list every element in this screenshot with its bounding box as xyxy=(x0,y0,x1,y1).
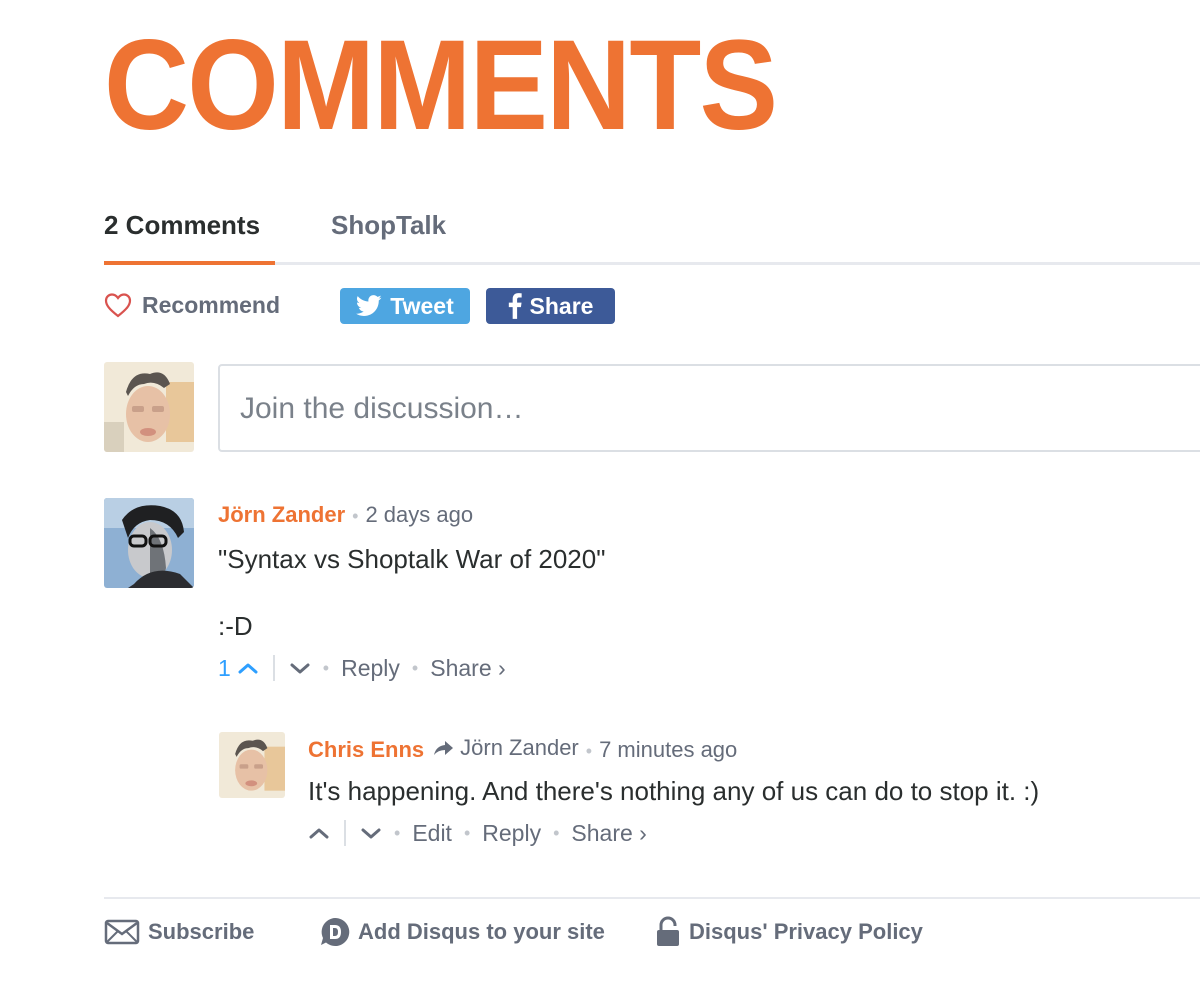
vote-divider xyxy=(272,655,275,681)
separator-dot: • xyxy=(553,822,560,843)
footer-divider xyxy=(104,897,1200,899)
facebook-icon xyxy=(508,293,522,319)
comment-author-avatar[interactable] xyxy=(104,498,194,588)
subscribe-link[interactable]: Subscribe xyxy=(104,915,254,949)
twitter-icon xyxy=(356,295,382,316)
reply-link[interactable]: Reply xyxy=(341,655,400,682)
separator-dot: • xyxy=(411,657,419,678)
separator-dot: • xyxy=(322,657,330,678)
privacy-policy-label: Disqus' Privacy Policy xyxy=(689,919,923,944)
share-link[interactable]: Share › xyxy=(430,655,505,682)
active-tab-indicator xyxy=(104,261,275,265)
reply-to-author: Jörn Zander xyxy=(460,735,579,760)
separator-dot: • xyxy=(394,822,401,843)
facebook-share-button[interactable]: Share xyxy=(486,288,615,324)
comment-author-name[interactable]: Chris Enns xyxy=(308,737,424,763)
edit-link[interactable]: Edit xyxy=(412,820,452,847)
comment-author-avatar[interactable] xyxy=(219,732,285,798)
subscribe-label: Subscribe xyxy=(148,919,255,944)
recommend-button[interactable]: Recommend xyxy=(104,290,280,320)
downvote-icon[interactable] xyxy=(360,826,382,840)
comment-timestamp[interactable]: 2 days ago xyxy=(365,502,473,528)
vote-divider xyxy=(344,820,346,846)
comment-author-name[interactable]: Jörn Zander xyxy=(218,502,345,528)
comment-meta: Jörn Zander • 2 days ago xyxy=(218,502,473,528)
recommend-label: Recommend xyxy=(142,291,281,318)
comment-input-placeholder[interactable]: Join the discussion… xyxy=(240,392,523,426)
page-title: COMMENTS xyxy=(104,14,778,157)
tab-community[interactable]: ShopTalk xyxy=(331,208,446,242)
current-user-avatar xyxy=(104,362,194,452)
comment-actions: 1 • Reply • Share › xyxy=(218,652,506,684)
comment-timestamp[interactable]: 7 minutes ago xyxy=(599,737,737,763)
separator-dot: • xyxy=(352,506,359,526)
facebook-share-label: Share xyxy=(529,292,594,319)
downvote-icon[interactable] xyxy=(289,661,311,675)
in-reply-to[interactable]: Jörn Zander xyxy=(432,735,579,761)
privacy-policy-link[interactable]: Disqus' Privacy Policy xyxy=(655,915,923,949)
reply-arrow-icon xyxy=(434,741,454,755)
disqus-logo-icon xyxy=(321,917,350,946)
share-link[interactable]: Share › xyxy=(571,820,646,847)
tab-comments-count[interactable]: 2 Comments xyxy=(104,208,260,242)
heart-icon xyxy=(104,293,132,318)
comment-text-line: "Syntax vs Shoptalk War of 2020" xyxy=(218,544,606,574)
envelope-icon xyxy=(104,919,140,945)
lock-icon xyxy=(657,916,679,946)
add-disqus-link[interactable]: Add Disqus to your site xyxy=(320,915,605,949)
tweet-label: Tweet xyxy=(390,292,454,319)
upvote-icon[interactable] xyxy=(237,661,259,675)
separator-dot: • xyxy=(463,822,471,843)
comment-text-line: :-D xyxy=(218,611,253,641)
tweet-button[interactable]: Tweet xyxy=(340,288,470,324)
upvote-icon[interactable] xyxy=(308,826,330,840)
comment-text-line: It's happening. And there's nothing any … xyxy=(308,776,1040,806)
separator-dot: • xyxy=(585,741,593,761)
add-disqus-label: Add Disqus to your site xyxy=(358,919,605,944)
upvote-count: 1 xyxy=(218,654,231,681)
reply-link[interactable]: Reply xyxy=(482,820,541,847)
comment-composer[interactable]: Join the discussion… xyxy=(218,364,1200,452)
comment-actions: • Edit • Reply • Share › xyxy=(308,817,647,849)
comment-meta: Chris Enns Jörn Zander • 7 minutes ago xyxy=(308,735,737,763)
